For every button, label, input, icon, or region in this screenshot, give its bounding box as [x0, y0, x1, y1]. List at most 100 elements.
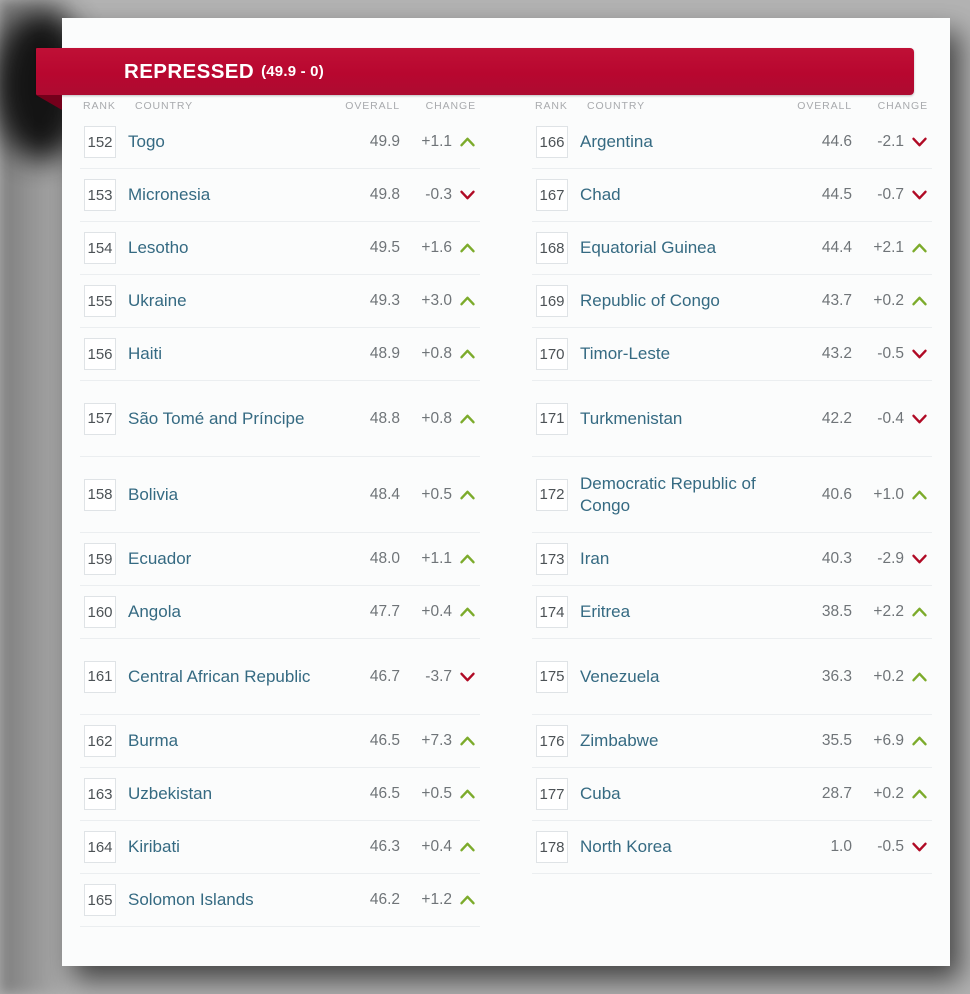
change-cell: +7.3	[400, 732, 480, 750]
ranking-column: RANK COUNTRY OVERALL CHANGE 152 Togo 49.9 +1.1 1…	[80, 86, 480, 927]
table-row[interactable]: 153 Micronesia 49.8 -0.3	[80, 169, 480, 222]
change-cell: +0.2	[852, 785, 932, 803]
country-name[interactable]: Iran	[568, 548, 790, 570]
table-row[interactable]: 163 Uzbekistan 46.5 +0.5	[80, 768, 480, 821]
table-row[interactable]: 167 Chad 44.5 -0.7	[532, 169, 932, 222]
table-row[interactable]: 155 Ukraine 49.3 +3.0	[80, 275, 480, 328]
overall-score: 40.6	[821, 485, 852, 503]
country-name[interactable]: Equatorial Guinea	[568, 237, 790, 259]
rank-badge: 161	[84, 660, 116, 693]
table-row[interactable]: 157 São Tomé and Príncipe 48.8 +0.8	[80, 381, 480, 457]
country-name[interactable]: Micronesia	[116, 184, 338, 206]
change-value: +0.2	[873, 667, 904, 685]
country-name[interactable]: Zimbabwe	[568, 730, 790, 752]
country-name[interactable]: Turkmenistan	[568, 408, 790, 430]
country-name[interactable]: Ecuador	[116, 548, 338, 570]
table-row[interactable]: 165 Solomon Islands 46.2 +1.2	[80, 874, 480, 927]
table-row[interactable]: 175 Venezuela 36.3 +0.2	[532, 639, 932, 715]
chevron-down-icon	[911, 553, 928, 565]
table-row[interactable]: 176 Zimbabwe 35.5 +6.9	[532, 715, 932, 768]
country-name[interactable]: Venezuela	[568, 666, 790, 688]
table-row[interactable]: 154 Lesotho 49.5 +1.6	[80, 222, 480, 275]
chevron-up-icon	[459, 788, 476, 800]
table-row[interactable]: 171 Turkmenistan 42.2 -0.4	[532, 381, 932, 457]
table-row[interactable]: 158 Bolivia 48.4 +0.5	[80, 457, 480, 533]
change-cell: +3.0	[400, 292, 480, 310]
change-value: +2.2	[873, 603, 904, 620]
country-name[interactable]: Eritrea	[568, 601, 790, 623]
table-row[interactable]: 178 North Korea 1.0 -0.5	[532, 821, 932, 874]
overall-score: 1.0	[830, 838, 852, 855]
country-name[interactable]: Central African Republic	[116, 666, 338, 688]
country-name[interactable]: North Korea	[568, 836, 790, 858]
ranking-columns: RANK COUNTRY OVERALL CHANGE 152 Togo 49.9 +1.1 1…	[62, 86, 950, 927]
table-row[interactable]: 152 Togo 49.9 +1.1	[80, 116, 480, 169]
change-cell: -0.5	[852, 838, 932, 856]
chevron-up-icon	[911, 735, 928, 747]
country-name[interactable]: Republic of Congo	[568, 290, 790, 312]
overall-score: 48.4	[369, 485, 400, 503]
change-value: -0.5	[877, 345, 904, 362]
overall-score: 47.7	[369, 603, 400, 620]
country-name[interactable]: Kiribati	[116, 836, 338, 858]
rank-badge: 165	[84, 884, 116, 916]
rank-badge: 178	[536, 831, 568, 863]
chevron-down-icon	[459, 189, 476, 201]
chevron-up-icon	[459, 553, 476, 565]
table-row[interactable]: 166 Argentina 44.6 -2.1	[532, 116, 932, 169]
country-name[interactable]: Bolivia	[116, 484, 338, 506]
table-row[interactable]: 159 Ecuador 48.0 +1.1	[80, 533, 480, 586]
country-name[interactable]: Democratic Republic of Congo	[568, 473, 790, 517]
overall-score: 44.4	[821, 239, 852, 256]
rank-badge: 160	[84, 596, 116, 628]
table-row[interactable]: 161 Central African Republic 46.7 -3.7	[80, 639, 480, 715]
table-row[interactable]: 177 Cuba 28.7 +0.2	[532, 768, 932, 821]
country-name[interactable]: Argentina	[568, 131, 790, 153]
country-name[interactable]: Ukraine	[116, 290, 338, 312]
country-name[interactable]: Lesotho	[116, 237, 338, 259]
chevron-up-icon	[459, 606, 476, 618]
country-name[interactable]: Uzbekistan	[116, 783, 338, 805]
header-overall: OVERALL	[797, 100, 852, 112]
rank-badge: 154	[84, 232, 116, 264]
rank-badge: 157	[84, 402, 116, 435]
country-name[interactable]: Solomon Islands	[116, 889, 338, 911]
country-name[interactable]: Burma	[116, 730, 338, 752]
country-name[interactable]: Haiti	[116, 343, 338, 365]
rank-badge: 163	[84, 778, 116, 810]
overall-score: 42.2	[821, 409, 852, 427]
change-cell: +0.4	[400, 838, 480, 856]
table-row[interactable]: 173 Iran 40.3 -2.9	[532, 533, 932, 586]
country-name[interactable]: Chad	[568, 184, 790, 206]
header-change: CHANGE	[877, 100, 928, 112]
table-row[interactable]: 156 Haiti 48.9 +0.8	[80, 328, 480, 381]
table-row[interactable]: 172 Democratic Republic of Congo 40.6 +1.0	[532, 457, 932, 533]
chevron-up-icon	[911, 242, 928, 254]
header-country: COUNTRY	[135, 100, 194, 112]
chevron-down-icon	[911, 348, 928, 360]
chevron-up-icon	[459, 413, 476, 425]
change-value: +0.4	[421, 838, 452, 855]
country-name[interactable]: Timor-Leste	[568, 343, 790, 365]
rank-badge: 152	[84, 126, 116, 158]
table-row[interactable]: 164 Kiribati 46.3 +0.4	[80, 821, 480, 874]
table-row[interactable]: 168 Equatorial Guinea 44.4 +2.1	[532, 222, 932, 275]
change-cell: +6.9	[852, 732, 932, 750]
overall-score: 36.3	[821, 667, 852, 685]
table-row[interactable]: 160 Angola 47.7 +0.4	[80, 586, 480, 639]
country-name[interactable]: Togo	[116, 131, 338, 153]
change-value: -0.4	[877, 409, 904, 427]
change-value: +1.2	[421, 891, 452, 908]
table-row[interactable]: 162 Burma 46.5 +7.3	[80, 715, 480, 768]
country-name[interactable]: Angola	[116, 601, 338, 623]
table-row[interactable]: 170 Timor-Leste 43.2 -0.5	[532, 328, 932, 381]
country-name[interactable]: São Tomé and Príncipe	[116, 408, 338, 430]
table-row[interactable]: 169 Republic of Congo 43.7 +0.2	[532, 275, 932, 328]
rank-badge: 173	[536, 543, 568, 575]
chevron-down-icon	[911, 413, 928, 425]
overall-score: 48.8	[369, 409, 400, 427]
change-value: -0.3	[425, 186, 452, 203]
country-name[interactable]: Cuba	[568, 783, 790, 805]
change-value: -0.7	[877, 186, 904, 203]
table-row[interactable]: 174 Eritrea 38.5 +2.2	[532, 586, 932, 639]
